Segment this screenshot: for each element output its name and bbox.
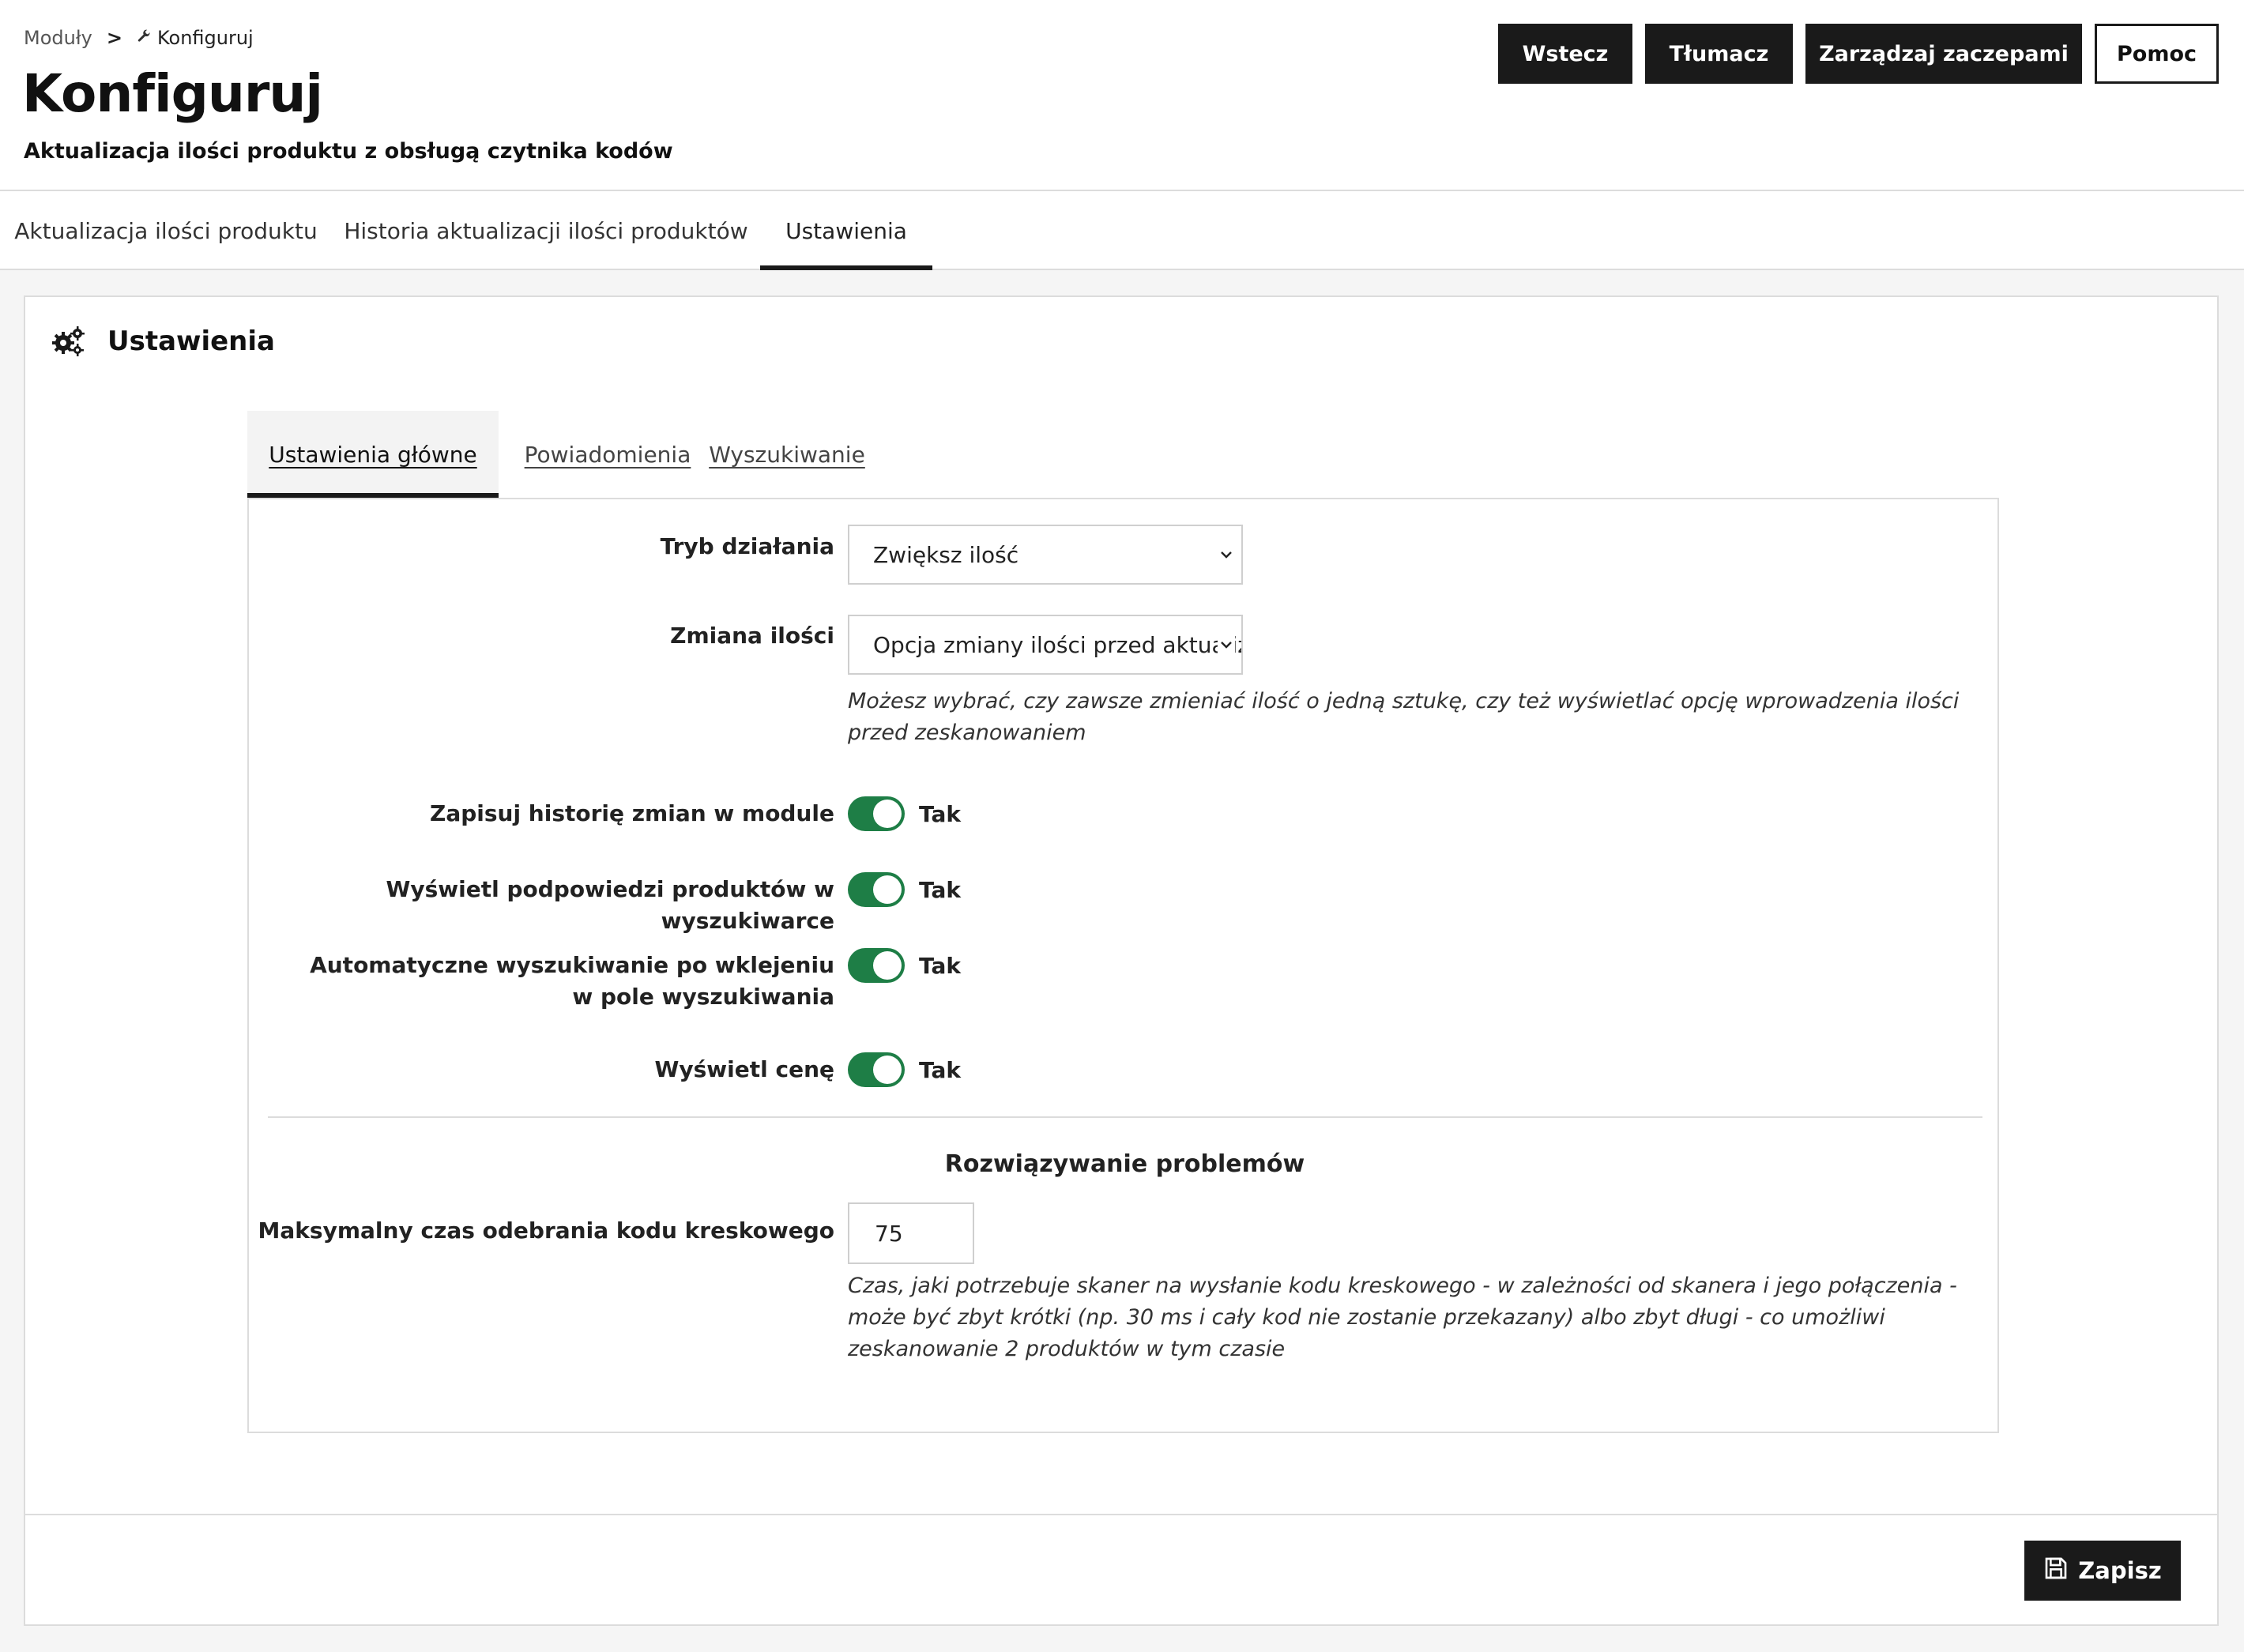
panel-title: Ustawienia — [107, 326, 275, 357]
save-history-value: Tak — [919, 800, 962, 827]
chevron-down-icon — [1218, 636, 1235, 653]
product-hints-value: Tak — [919, 876, 962, 903]
gears-icon — [51, 326, 85, 357]
show-price-toggle[interactable] — [848, 1052, 905, 1087]
max-time-label: Maksymalny czas odebrania kodu kreskoweg… — [258, 1217, 834, 1244]
show-price-value: Tak — [919, 1056, 962, 1083]
product-hints-label: Wyświetl podpowiedzi produktów w wyszuki… — [386, 876, 834, 934]
breadcrumb-current: Konfiguruj — [156, 27, 254, 49]
max-time-input[interactable]: 75 — [848, 1202, 974, 1264]
max-time-help: Czas, jaki potrzebuje skaner na wysłanie… — [848, 1274, 1957, 1361]
page-title: Konfiguruj — [22, 63, 323, 124]
section-divider — [268, 1116, 1982, 1118]
tab-settings[interactable]: Ustawienia — [760, 191, 932, 270]
page-subtitle: Aktualizacja ilości produktu z obsługą c… — [24, 139, 673, 164]
breadcrumb-parent[interactable]: Moduły — [24, 27, 92, 49]
chevron-down-icon — [1218, 546, 1235, 563]
wrench-icon — [137, 28, 151, 47]
qty-change-select[interactable]: Opcja zmiany ilości przed aktualizacją — [848, 615, 1243, 675]
tab-quantity-update-history[interactable]: Historia aktualizacji ilości produktów — [332, 191, 760, 270]
troubleshooting-title: Rozwiązywanie problemów — [944, 1150, 1305, 1178]
panel-footer-divider — [25, 1514, 2217, 1515]
save-history-label: Zapisuj historię zmian w module — [430, 800, 834, 826]
mode-select-value: Zwiększ ilość — [873, 541, 1019, 568]
show-price-label: Wyświetl cenę — [654, 1056, 835, 1082]
translate-button[interactable]: Tłumacz — [1645, 24, 1793, 84]
auto-search-toggle-row: Tak — [848, 948, 961, 983]
settings-panel: Ustawienia Ustawienia główne Powiadomien… — [24, 295, 2219, 1626]
floppy-disk-icon — [2043, 1556, 2069, 1586]
settings-subtabs: Ustawienia główne Powiadomienia Wyszukiw… — [247, 411, 865, 498]
show-price-toggle-row: Tak — [848, 1052, 961, 1087]
breadcrumb: Moduły > Konfiguruj — [24, 27, 254, 49]
breadcrumb-separator: > — [106, 27, 122, 49]
qty-change-label: Zmiana ilości — [670, 623, 834, 649]
save-history-toggle-row: Tak — [848, 796, 961, 831]
toolbar: Wstecz Tłumacz Zarządzaj zaczepami Pomoc — [1498, 24, 2219, 84]
save-history-toggle[interactable] — [848, 796, 905, 831]
back-button[interactable]: Wstecz — [1498, 24, 1632, 84]
module-tabs: Aktualizacja ilości produktu Historia ak… — [0, 191, 2244, 270]
auto-search-toggle[interactable] — [848, 948, 905, 983]
product-hints-toggle[interactable] — [848, 872, 905, 907]
subtab-notifications[interactable]: Powiadomienia — [499, 411, 717, 498]
mode-select[interactable]: Zwiększ ilość — [848, 525, 1243, 585]
page-header: Moduły > Konfiguruj Konfiguruj Aktualiza… — [0, 0, 2244, 191]
panel-header: Ustawienia — [51, 326, 275, 357]
help-button[interactable]: Pomoc — [2095, 24, 2219, 84]
auto-search-label: Automatyczne wyszukiwanie po wklejeniu w… — [310, 952, 834, 1010]
manage-hooks-button[interactable]: Zarządzaj zaczepami — [1805, 24, 2082, 84]
subtab-search[interactable]: Wyszukiwanie — [709, 411, 865, 498]
tab-product-quantity-update[interactable]: Aktualizacja ilości produktu — [0, 191, 332, 270]
auto-search-value: Tak — [919, 952, 962, 979]
product-hints-toggle-row: Tak — [848, 872, 961, 907]
save-button[interactable]: Zapisz — [2024, 1541, 2181, 1601]
qty-change-select-value: Opcja zmiany ilości przed aktualizacją — [873, 631, 1241, 658]
subtab-main-settings[interactable]: Ustawienia główne — [247, 411, 499, 498]
qty-change-help: Możesz wybrać, czy zawsze zmieniać ilość… — [848, 689, 1960, 745]
save-button-label: Zapisz — [2078, 1557, 2162, 1584]
settings-form: Tryb działania Zwiększ ilość Zmiana iloś… — [247, 498, 1999, 1433]
mode-label: Tryb działania — [660, 533, 834, 559]
